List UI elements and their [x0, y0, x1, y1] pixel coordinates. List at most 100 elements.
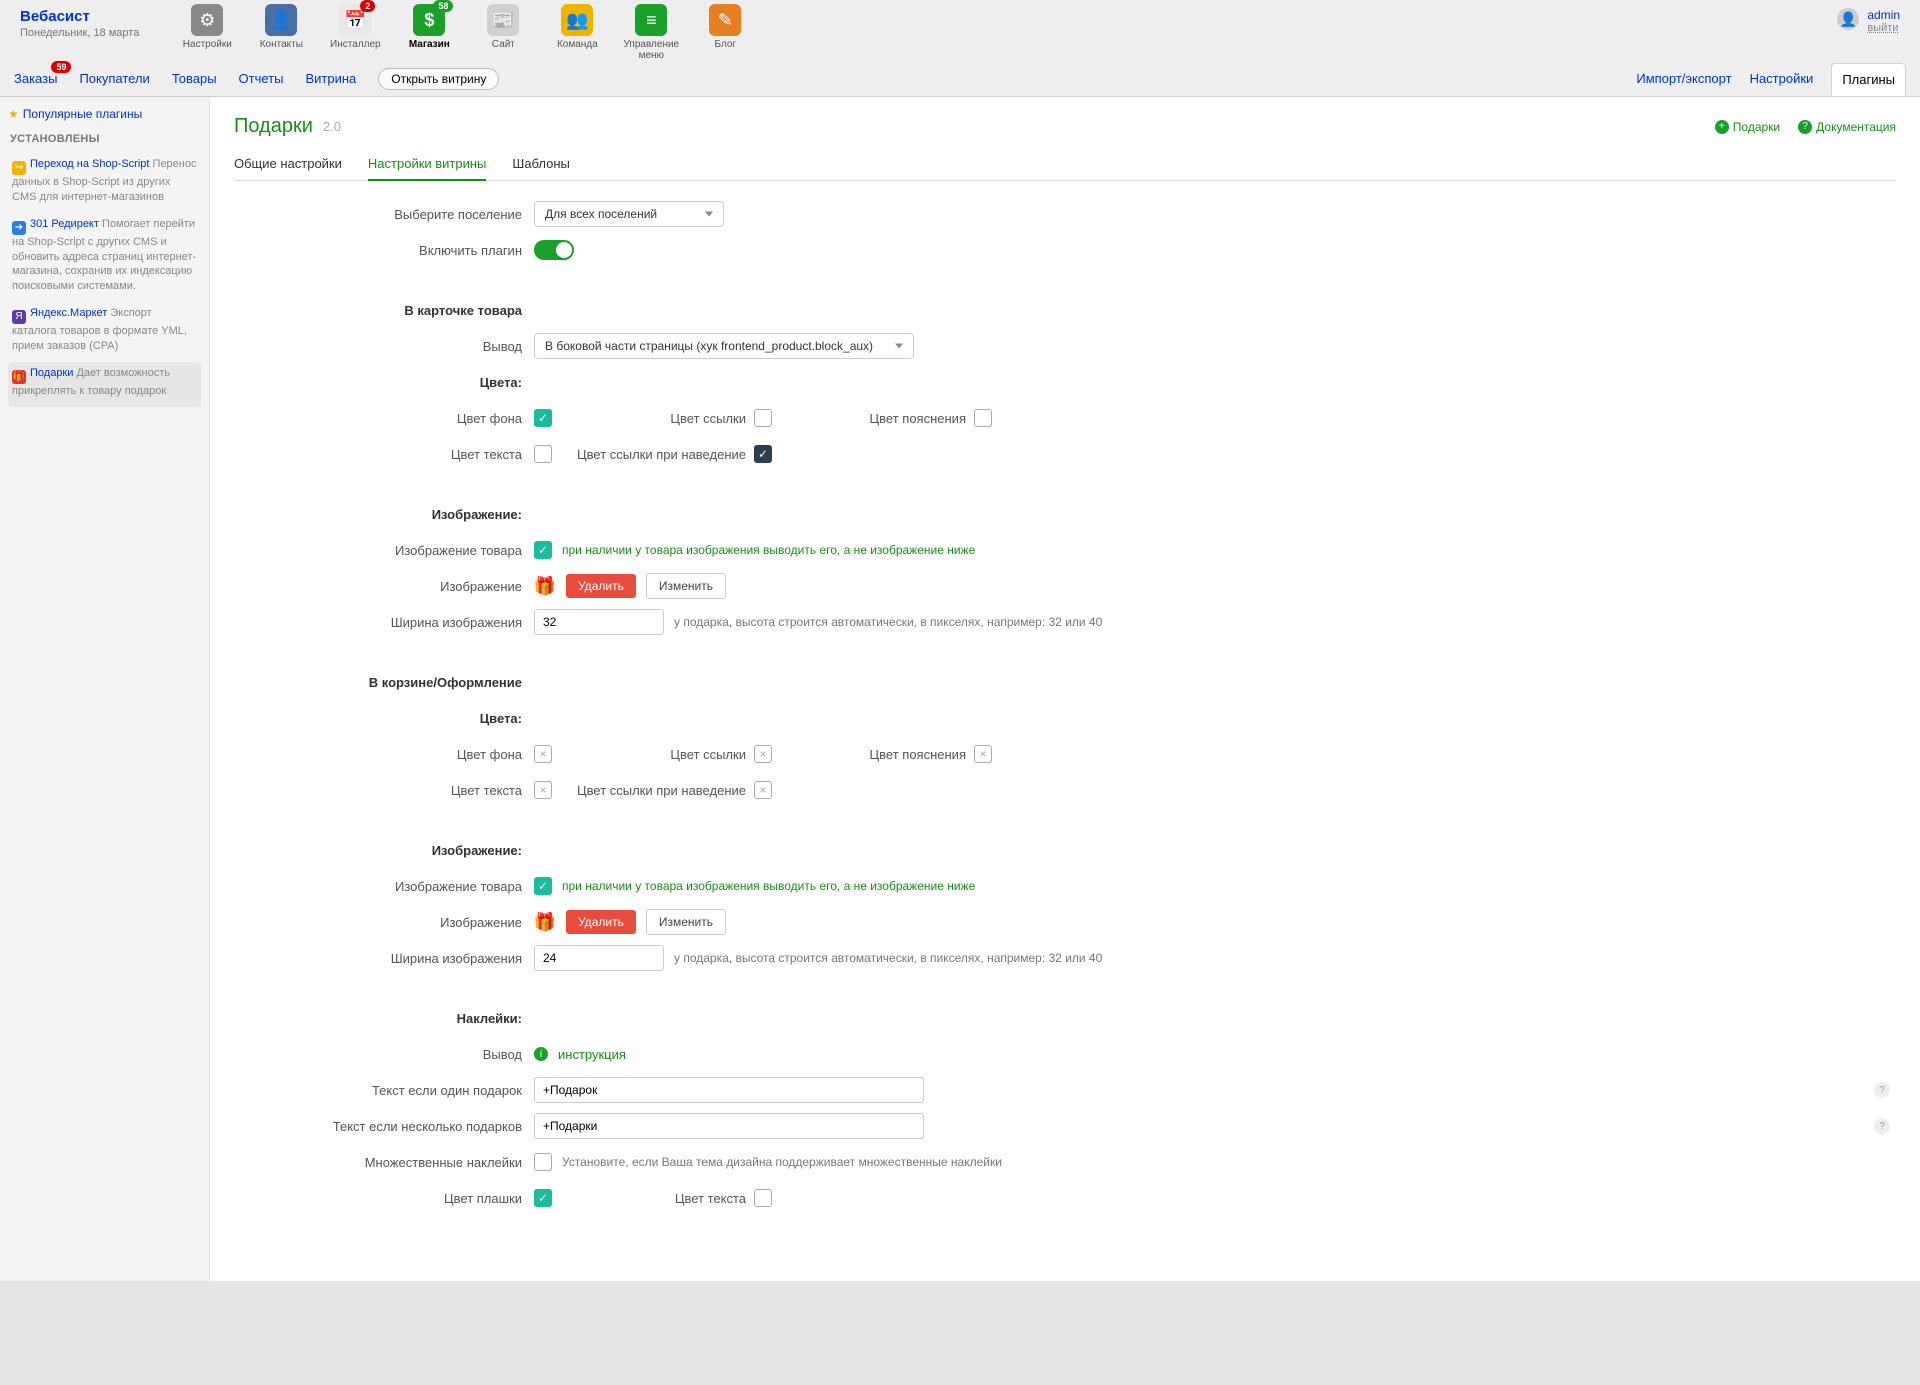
- multi-stickers-checkbox[interactable]: [534, 1153, 552, 1171]
- multi-gift-label: Текст если несколько подарков: [234, 1119, 534, 1134]
- installed-heading: УСТАНОВЛЕНЫ: [10, 133, 201, 145]
- app-icon-glyph: 👥: [561, 4, 593, 36]
- nav-products[interactable]: Товары: [172, 71, 217, 86]
- sidebar-item[interactable]: ↪Переход на Shop-Script Перенос данных в…: [8, 153, 201, 213]
- page-title: Подарки: [234, 115, 313, 138]
- app-магазин[interactable]: $Магазин58: [401, 4, 457, 61]
- sidebar-item-title: Яндекс.Маркет: [30, 307, 107, 319]
- app-label: Команда: [557, 39, 598, 50]
- app-инсталлер[interactable]: 📅Инсталлер2: [327, 4, 383, 61]
- open-storefront-button[interactable]: Открыть витрину: [378, 68, 499, 90]
- logout-link[interactable]: выйти: [1867, 22, 1900, 34]
- hover-color-label-1: Цвет ссылки при наведение: [562, 447, 746, 462]
- text-color-label-1: Цвет текста: [234, 447, 534, 462]
- user-avatar[interactable]: 👤: [1837, 8, 1859, 30]
- nav-plugins[interactable]: Плагины: [1831, 63, 1906, 96]
- one-gift-label: Текст если один подарок: [234, 1083, 534, 1098]
- instruction-link[interactable]: инструкция: [558, 1047, 626, 1062]
- multi-stickers-label: Множественные наклейки: [234, 1155, 534, 1170]
- colors-title-1: Цвета:: [234, 375, 534, 390]
- action-gifts[interactable]: +Подарки: [1715, 120, 1780, 134]
- app-контакты[interactable]: 👤Контакты: [253, 4, 309, 61]
- text-color-swatch-3[interactable]: [754, 1189, 772, 1207]
- plugin-tab[interactable]: Шаблоны: [512, 156, 570, 180]
- app-label: Контакты: [260, 39, 303, 50]
- bg-color-swatch-1[interactable]: [534, 409, 552, 427]
- app-блог[interactable]: ✎Блог: [697, 4, 753, 61]
- hover-color-swatch-1[interactable]: [754, 445, 772, 463]
- hover-color-swatch-2[interactable]: [754, 781, 772, 799]
- note-color-label-2: Цвет пояснения: [782, 747, 966, 762]
- nav-orders[interactable]: Заказы59: [14, 71, 57, 86]
- one-gift-input[interactable]: [534, 1077, 924, 1103]
- image-title-1: Изображение:: [234, 507, 534, 522]
- colors-title-2: Цвета:: [234, 711, 534, 726]
- plate-color-label: Цвет плашки: [234, 1191, 534, 1206]
- question-circle-icon: ?: [1798, 120, 1812, 134]
- output-label-2: Вывод: [234, 1047, 534, 1062]
- hint-icon[interactable]: ?: [1874, 1082, 1890, 1098]
- sidebar-item[interactable]: ➔301 Редирект Помогает перейти на Shop-S…: [8, 213, 201, 302]
- app-настройки[interactable]: ⚙Настройки: [179, 4, 235, 61]
- product-image-checkbox-2[interactable]: [534, 877, 552, 895]
- app-icon-glyph: ≡: [635, 4, 667, 36]
- user-name-link[interactable]: admin: [1867, 8, 1900, 22]
- cart-section: В корзине/Оформление: [234, 675, 534, 690]
- multi-stickers-desc: Установите, если Ваша тема дизайна подде…: [562, 1155, 1002, 1169]
- sidebar-item[interactable]: 🎁Подарки Дает возможность прикреплять к …: [8, 362, 201, 407]
- text-color-label-2: Цвет текста: [234, 783, 534, 798]
- nav-settings[interactable]: Настройки: [1750, 71, 1814, 86]
- plugin-tab[interactable]: Общие настройки: [234, 156, 342, 180]
- note-color-label-1: Цвет пояснения: [782, 411, 966, 426]
- gift-icon: 🎁: [534, 575, 556, 597]
- width-input-2[interactable]: [534, 945, 664, 971]
- nav-reports[interactable]: Отчеты: [239, 71, 284, 86]
- app-команда[interactable]: 👥 Команда: [549, 4, 605, 61]
- multi-gift-input[interactable]: [534, 1113, 924, 1139]
- enable-label: Включить плагин: [234, 243, 534, 258]
- app-badge: 2: [360, 0, 375, 12]
- action-docs[interactable]: ?Документация: [1798, 120, 1896, 134]
- nav-customers[interactable]: Покупатели: [79, 71, 149, 86]
- enable-toggle[interactable]: [534, 240, 574, 260]
- app-сайт[interactable]: 📰 Сайт: [475, 4, 531, 61]
- popular-plugins-link[interactable]: ★ Популярные плагины: [8, 107, 201, 121]
- app-label: Сайт: [492, 39, 515, 50]
- app-icon-glyph: 📰: [487, 4, 519, 36]
- change-image-button-1[interactable]: Изменить: [646, 573, 726, 599]
- plugin-tab[interactable]: Настройки витрины: [368, 156, 487, 181]
- change-image-button-2[interactable]: Изменить: [646, 909, 726, 935]
- text-color-swatch-2[interactable]: [534, 781, 552, 799]
- nav-storefront[interactable]: Витрина: [305, 71, 356, 86]
- link-color-swatch-1[interactable]: [754, 409, 772, 427]
- plate-color-swatch[interactable]: [534, 1189, 552, 1207]
- product-image-label-2: Изображение товара: [234, 879, 534, 894]
- bg-color-label-2: Цвет фона: [234, 747, 534, 762]
- delete-image-button-2[interactable]: Удалить: [566, 910, 636, 934]
- note-color-swatch-1[interactable]: [974, 409, 992, 427]
- app-icon-glyph: ✎: [709, 4, 741, 36]
- sidebar-item[interactable]: ЯЯндекс.Маркет Экспорт каталога товаров …: [8, 302, 201, 362]
- text-color-swatch-1[interactable]: [534, 445, 552, 463]
- link-color-label-2: Цвет ссылки: [562, 747, 746, 762]
- output-select[interactable]: В боковой части страницы (хук frontend_p…: [534, 333, 914, 359]
- app-управление меню[interactable]: ≡Управление меню: [623, 4, 679, 61]
- settlement-label: Выберите поселение: [234, 207, 534, 222]
- hover-color-label-2: Цвет ссылки при наведение: [562, 783, 746, 798]
- image-title-2: Изображение:: [234, 843, 534, 858]
- note-color-swatch-2[interactable]: [974, 745, 992, 763]
- hint-icon[interactable]: ?: [1874, 1118, 1890, 1134]
- bg-color-swatch-2[interactable]: [534, 745, 552, 763]
- product-image-label-1: Изображение товара: [234, 543, 534, 558]
- width-input-1[interactable]: [534, 609, 664, 635]
- brand-title[interactable]: Вебасист: [20, 8, 139, 25]
- settlement-select[interactable]: Для всех поселений: [534, 201, 724, 227]
- link-color-label-1: Цвет ссылки: [562, 411, 746, 426]
- link-color-swatch-2[interactable]: [754, 745, 772, 763]
- delete-image-button-1[interactable]: Удалить: [566, 574, 636, 598]
- sidebar-item-title: Переход на Shop-Script: [30, 158, 149, 170]
- product-image-checkbox-1[interactable]: [534, 541, 552, 559]
- page-version: 2.0: [323, 119, 341, 134]
- stickers-title: Наклейки:: [234, 1011, 534, 1026]
- nav-import-export[interactable]: Импорт/экспорт: [1636, 71, 1731, 86]
